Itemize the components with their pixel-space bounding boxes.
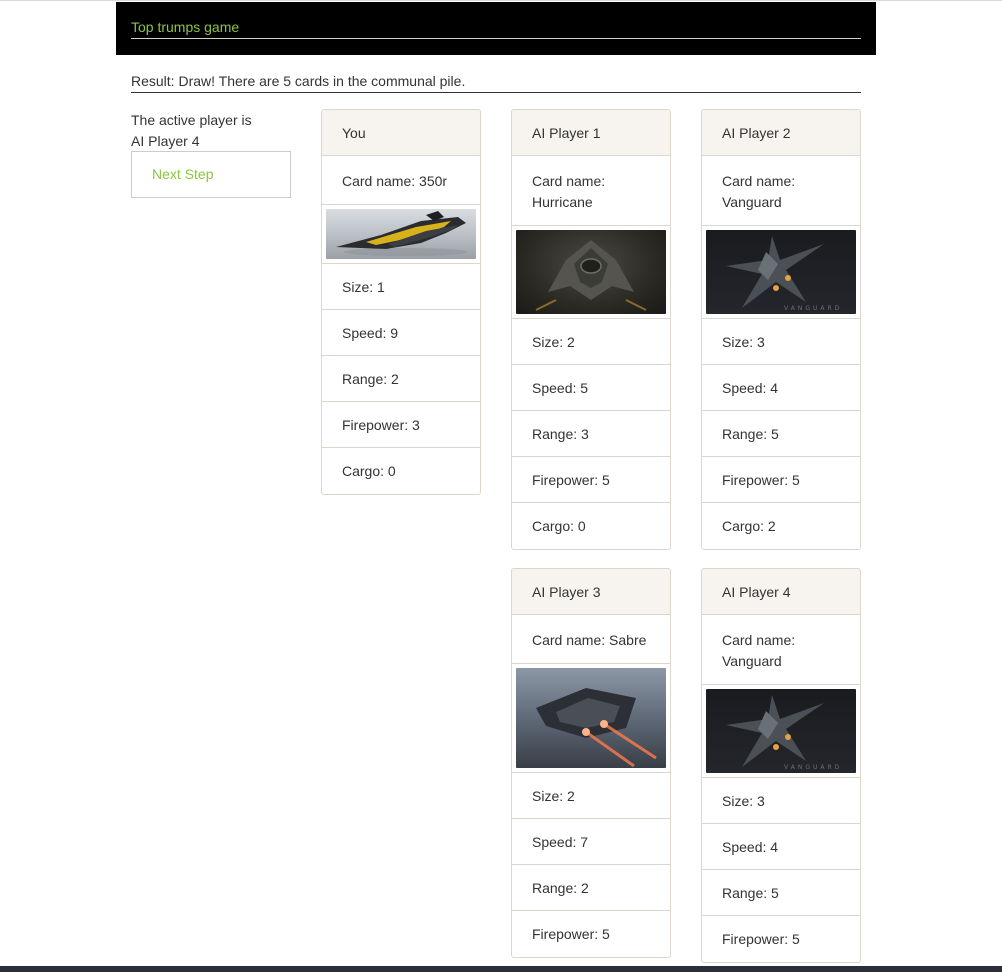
card-stat-firepower: Firepower: 5 [512, 457, 670, 503]
vanguard-ship-image: VANGUARD [706, 230, 856, 314]
sabre-ship-image [516, 668, 666, 768]
card-ai-player-3: AI Player 3 Card name: Sabre Size: 2 Spe… [511, 568, 671, 958]
card-stat-size: Size: 3 [702, 319, 860, 365]
card-ai-player-2: AI Player 2 Card name: Vanguard VANGUARD… [701, 109, 861, 550]
card-player-name: AI Player 3 [512, 569, 670, 615]
card-stat-speed: Speed: 5 [512, 365, 670, 411]
card-stat-firepower: Firepower: 3 [322, 402, 480, 448]
card-name: Card name: Hurricane [512, 156, 670, 226]
vanguard-ship-image: VANGUARD [706, 689, 856, 773]
card-player-name: AI Player 1 [512, 110, 670, 156]
card-stat-cargo: Cargo: 2 [722, 518, 776, 534]
card-ai-player-1: AI Player 1 Card name: Hurricane Size: 2… [511, 109, 671, 550]
active-player-label: The active player is [131, 112, 252, 128]
350r-ship-image [326, 209, 476, 259]
card-stat-cargo: Cargo: 0 [532, 518, 586, 534]
card-player-name: You [322, 110, 480, 156]
card-player-name: AI Player 4 [702, 569, 860, 615]
card-stat-range: Range: 5 [702, 411, 860, 457]
active-player-name: AI Player 4 [131, 133, 200, 149]
card-stat-firepower: Firepower: 5 [532, 926, 610, 942]
card-you: You Card name: 350r Size: 1 Speed: 9 Ran… [321, 109, 481, 495]
card-name: Card name: Vanguard [702, 615, 860, 685]
card-stat-firepower: Firepower: 5 [722, 931, 800, 947]
round-result: Result: Draw! There are 5 cards in the c… [131, 73, 466, 89]
card-stat-size: Size: 1 [322, 264, 480, 310]
vanguard-caption: VANGUARD [784, 305, 842, 312]
card-name: Card name: Sabre [512, 615, 670, 664]
card-stat-size: Size: 3 [702, 778, 860, 824]
card-ai-player-4: AI Player 4 Card name: Vanguard VANGUARD… [701, 568, 861, 963]
card-stat-size: Size: 2 [512, 319, 670, 365]
card-stat-speed: Speed: 4 [702, 824, 860, 870]
card-name: Card name: Vanguard [702, 156, 860, 226]
result-divider [131, 92, 861, 93]
card-stat-range: Range: 2 [322, 356, 480, 402]
app-header: Top trumps game [116, 2, 876, 55]
card-stat-cargo: Cargo: 0 [342, 463, 396, 479]
card-stat-speed: Speed: 9 [322, 310, 480, 356]
header-divider [131, 38, 861, 39]
card-stat-size: Size: 2 [512, 773, 670, 819]
card-player-name: AI Player 2 [702, 110, 860, 156]
card-name: Card name: 350r [322, 156, 480, 205]
card-stat-speed: Speed: 7 [512, 819, 670, 865]
card-stat-range: Range: 2 [512, 865, 670, 911]
hurricane-ship-image [516, 230, 666, 314]
card-stat-speed: Speed: 4 [702, 365, 860, 411]
active-player-info: The active player is AI Player 4 [131, 110, 301, 152]
card-stat-range: Range: 3 [512, 411, 670, 457]
bottom-bar [0, 966, 1002, 972]
top-divider [0, 0, 1002, 1]
vanguard-caption: VANGUARD [784, 764, 842, 771]
app-title: Top trumps game [131, 19, 240, 35]
card-stat-range: Range: 5 [702, 870, 860, 916]
card-stat-firepower: Firepower: 5 [702, 457, 860, 503]
next-step-button[interactable]: Next Step [131, 151, 291, 198]
